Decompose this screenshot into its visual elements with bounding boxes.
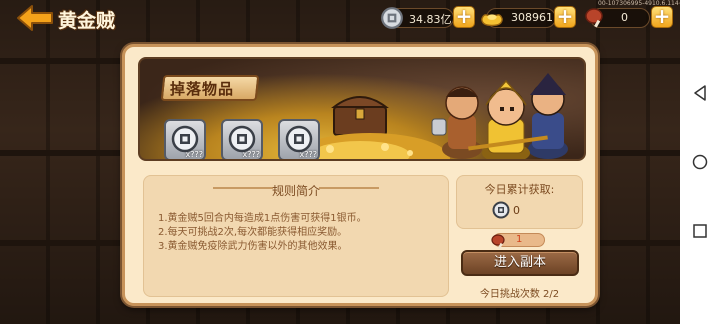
nav-recents-icon[interactable] — [693, 224, 707, 238]
add-food-button[interactable]: + — [651, 6, 673, 28]
rule-line: 1.黄金贼5回合内每造成1点伤害可获得1银币。 — [158, 213, 367, 224]
add-gold-button[interactable]: + — [554, 6, 576, 28]
rules-title: 规则简介 — [271, 184, 320, 198]
stamina-value: 1 — [516, 234, 523, 245]
silver-coin-icon — [285, 125, 313, 153]
stamina-cost: 1 — [491, 233, 545, 250]
build-info: 00-107306995-4910.6.114~1 — [598, 0, 688, 7]
silver-coin-icon — [171, 125, 199, 153]
rule-line: 2.每天可挑战2次,每次都能获得相应奖励。 — [158, 227, 348, 238]
drop-item[interactable]: x??? — [278, 119, 320, 159]
daily-reward-value: 0 — [513, 204, 520, 217]
silver-coin-icon — [228, 125, 256, 153]
drop-banner: 掉落物品 x??? x??? x??? — [138, 57, 586, 161]
enter-dungeon-button[interactable]: 进入副本 — [461, 250, 579, 276]
nav-back-icon[interactable] — [693, 85, 707, 101]
page-title: 黄金贼 — [58, 10, 116, 32]
drop-quantity: x??? — [299, 150, 317, 159]
daily-challenge-count: 今日挑战次数 2/2 — [479, 289, 560, 300]
drop-quantity: x??? — [185, 150, 203, 159]
gold-thief-panel: 掉落物品 x??? x??? x??? 规则简介 1.黄金贼5回合内每造成1点伤… — [122, 44, 598, 306]
top-bar: 黄金贼 34.83亿 + 308961 + 0 + 00-107306995-4… — [0, 0, 688, 36]
drop-item[interactable]: x??? — [221, 119, 263, 159]
silver-coin-icon — [381, 7, 403, 29]
meat-icon — [491, 234, 505, 250]
silver-value: 34.83亿 — [409, 13, 452, 26]
rules-box: 规则简介 1.黄金贼5回合内每造成1点伤害可获得1银币。 2.每天可挑战2次,每… — [143, 175, 449, 297]
daily-reward-box: 今日累计获取: 0 — [456, 175, 583, 229]
android-nav-bar — [680, 0, 720, 324]
drop-item[interactable]: x??? — [164, 119, 206, 159]
food-value: 0 — [621, 11, 628, 24]
silver-coin-icon — [492, 201, 510, 219]
back-button[interactable] — [16, 4, 56, 32]
meat-icon — [585, 8, 603, 28]
back-arrow-icon — [17, 5, 53, 31]
rule-line: 3.黄金贼免疫除武力伤害以外的其他效果。 — [158, 241, 348, 252]
gold-value: 308961 — [511, 11, 553, 24]
add-silver-button[interactable]: + — [453, 6, 475, 28]
gold-ingot-icon — [481, 14, 503, 27]
daily-reward-title: 今日累计获取: — [484, 183, 555, 196]
nav-home-icon[interactable] — [692, 154, 708, 170]
drop-title: 掉落物品 — [170, 80, 235, 98]
drop-quantity: x??? — [242, 150, 260, 159]
gold-thief-heroes-image — [431, 73, 568, 159]
